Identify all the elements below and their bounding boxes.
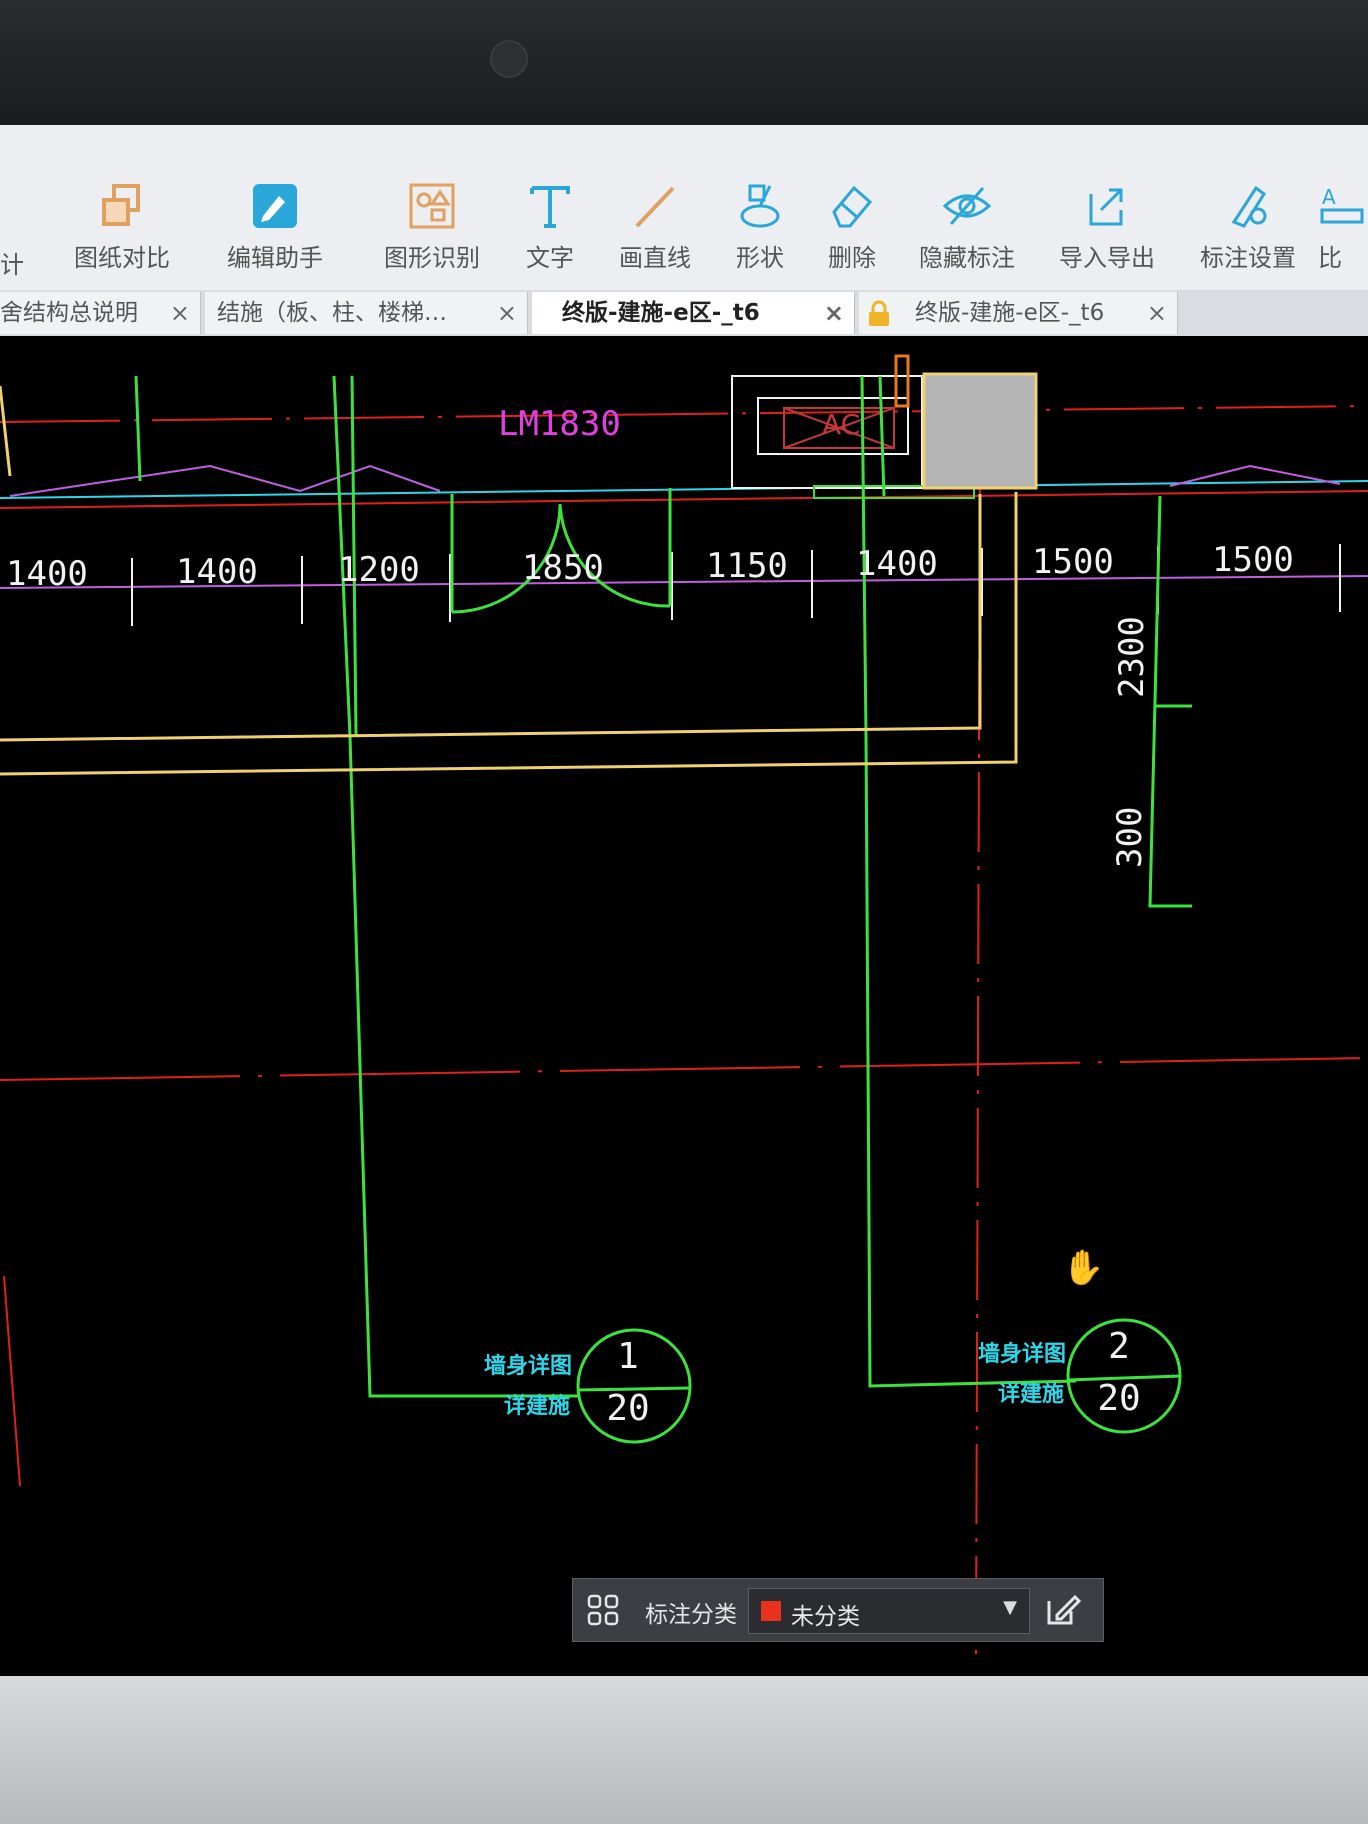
detail-sheet: 20 (1097, 1378, 1141, 1419)
annotation-settings-label: 标注设置 (1200, 244, 1296, 272)
tab-final-e-zone-active[interactable]: 终版-建施-e区-_t6 × (532, 292, 855, 334)
line-icon (635, 186, 675, 228)
import-export-button[interactable]: 导入导出 (1047, 180, 1167, 273)
drawing-canvas[interactable]: LM1830 AC 1400 1400 1200 1850 1150 1400 … (0, 336, 1368, 1676)
text-button[interactable]: 文字 (490, 180, 610, 273)
tab-structure-notes[interactable]: 舍结构总说明 × (0, 292, 201, 334)
hide-annotation-button[interactable]: 隐藏标注 (907, 180, 1027, 273)
detail-number: 2 (1108, 1326, 1130, 1367)
axis-line-top (0, 405, 1368, 423)
axis-line-middle (0, 1057, 1368, 1081)
tab-close-icon[interactable]: × (497, 292, 517, 334)
compare-label: 图纸对比 (74, 244, 170, 272)
scale-label: 比 (1318, 244, 1342, 272)
import-export-label: 导入导出 (1059, 244, 1155, 272)
dimension-text: 1400 (176, 552, 258, 592)
scale-icon: A (1320, 185, 1364, 224)
tab-close-icon[interactable]: × (170, 292, 190, 334)
tab-label: 舍结构总说明 (0, 300, 138, 326)
dimension-text: 1500 (1212, 540, 1294, 580)
chevron-down-icon: ▼ (1003, 1597, 1017, 1618)
eraser-icon (832, 185, 873, 228)
hide-annotation-label: 隐藏标注 (919, 244, 1015, 272)
vertical-dimension-text: 300 (1110, 806, 1150, 868)
tab-label: 终版-建施-e区-_t6 (562, 300, 760, 326)
draw-line-button[interactable]: 画直线 (595, 180, 715, 273)
tab-final-e-zone-locked[interactable]: 终版-建施-e区-_t6 × (859, 292, 1178, 334)
partial-tool-label: 计 (0, 251, 24, 279)
svg-text:A: A (1322, 185, 1336, 209)
monitor-bezel-top (0, 0, 1368, 125)
cad-drawing (0, 354, 1368, 1657)
compare-icon (102, 184, 140, 226)
shape-recognition-icon (409, 183, 455, 229)
shape-recognition-button[interactable]: 图形识别 (372, 180, 492, 273)
text-icon (530, 186, 570, 228)
webcam (490, 40, 528, 78)
delete-label: 删除 (828, 244, 876, 272)
detail-sheet: 20 (606, 1388, 650, 1429)
import-export-icon (1089, 188, 1123, 226)
annotation-settings-button[interactable]: 标注设置 (1188, 180, 1308, 273)
annotation-category-select[interactable]: 未分类 ▼ (748, 1588, 1030, 1634)
monitor-bezel-bottom (0, 1676, 1368, 1824)
edit-assistant-icon (253, 184, 297, 228)
dimension-text: 1850 (522, 548, 604, 588)
detail-title: 墙身详图 (978, 1342, 1067, 1367)
shape-recognition-label: 图形识别 (384, 244, 480, 272)
dimension-text: 1400 (856, 544, 938, 584)
detail-title: 墙身详图 (484, 1354, 573, 1379)
door-label: LM1830 (498, 404, 621, 444)
shapes-icon (740, 184, 780, 228)
edit-assistant-label: 编辑助手 (227, 244, 323, 272)
edit-assistant-button[interactable]: 编辑助手 (215, 180, 335, 273)
dimension-text: 1400 (6, 554, 88, 594)
scale-button[interactable]: A 比 (1318, 180, 1368, 273)
grid-icon[interactable] (587, 1594, 619, 1626)
dimension-text: 1200 (338, 550, 420, 590)
wall-line-red (0, 490, 1368, 509)
compare-button[interactable]: 图纸对比 (62, 180, 182, 273)
tab-label: 终版-建施-e区-_t6 (915, 300, 1105, 326)
document-tab-bar: 舍结构总说明 × 结施（板、柱、楼梯… × 终版-建施-e区-_t6 × 终版-… (0, 290, 1368, 336)
tab-structure-slab-column[interactable]: 结施（板、柱、楼梯… × (205, 292, 528, 334)
draw-line-label: 画直线 (619, 244, 691, 272)
annotation-settings-icon (1231, 185, 1267, 228)
tab-close-icon[interactable]: × (824, 292, 844, 334)
category-color-swatch (761, 1601, 781, 1621)
detail-number: 1 (617, 1336, 639, 1377)
dimension-text: 1500 (1032, 542, 1114, 582)
axis-line-left (3, 1275, 21, 1487)
lock-icon (869, 300, 889, 326)
ribbon-toolbar: 计 图纸对比 编辑助手 图形识别 文字 画直线 形状 删除 隐藏标注 导入导出 … (0, 125, 1368, 295)
annotation-category-label: 标注分类 (645, 1602, 737, 1628)
text-label: 文字 (526, 244, 574, 272)
hide-eye-icon (942, 187, 992, 225)
detail-subtitle: 详建施 (504, 1394, 571, 1419)
leader-lines (134, 375, 1192, 1398)
annotation-category-value: 未分类 (791, 1604, 860, 1630)
window-symbol (9, 464, 1341, 497)
annotation-category-bar: 标注分类 未分类 ▼ (572, 1578, 1104, 1642)
wall-line-cyan (0, 480, 1368, 499)
detail-subtitle: 详建施 (998, 1382, 1065, 1407)
dimension-text: 1150 (706, 546, 788, 586)
edit-icon[interactable] (1043, 1591, 1081, 1629)
hand-cursor-icon: ✋ (1062, 1248, 1105, 1288)
tab-label: 结施（板、柱、楼梯… (217, 300, 447, 326)
vertical-dimension-text: 2300 (1112, 616, 1152, 698)
ac-label: AC (822, 408, 861, 441)
delete-button[interactable]: 删除 (792, 180, 912, 273)
tab-close-icon[interactable]: × (1147, 292, 1167, 334)
